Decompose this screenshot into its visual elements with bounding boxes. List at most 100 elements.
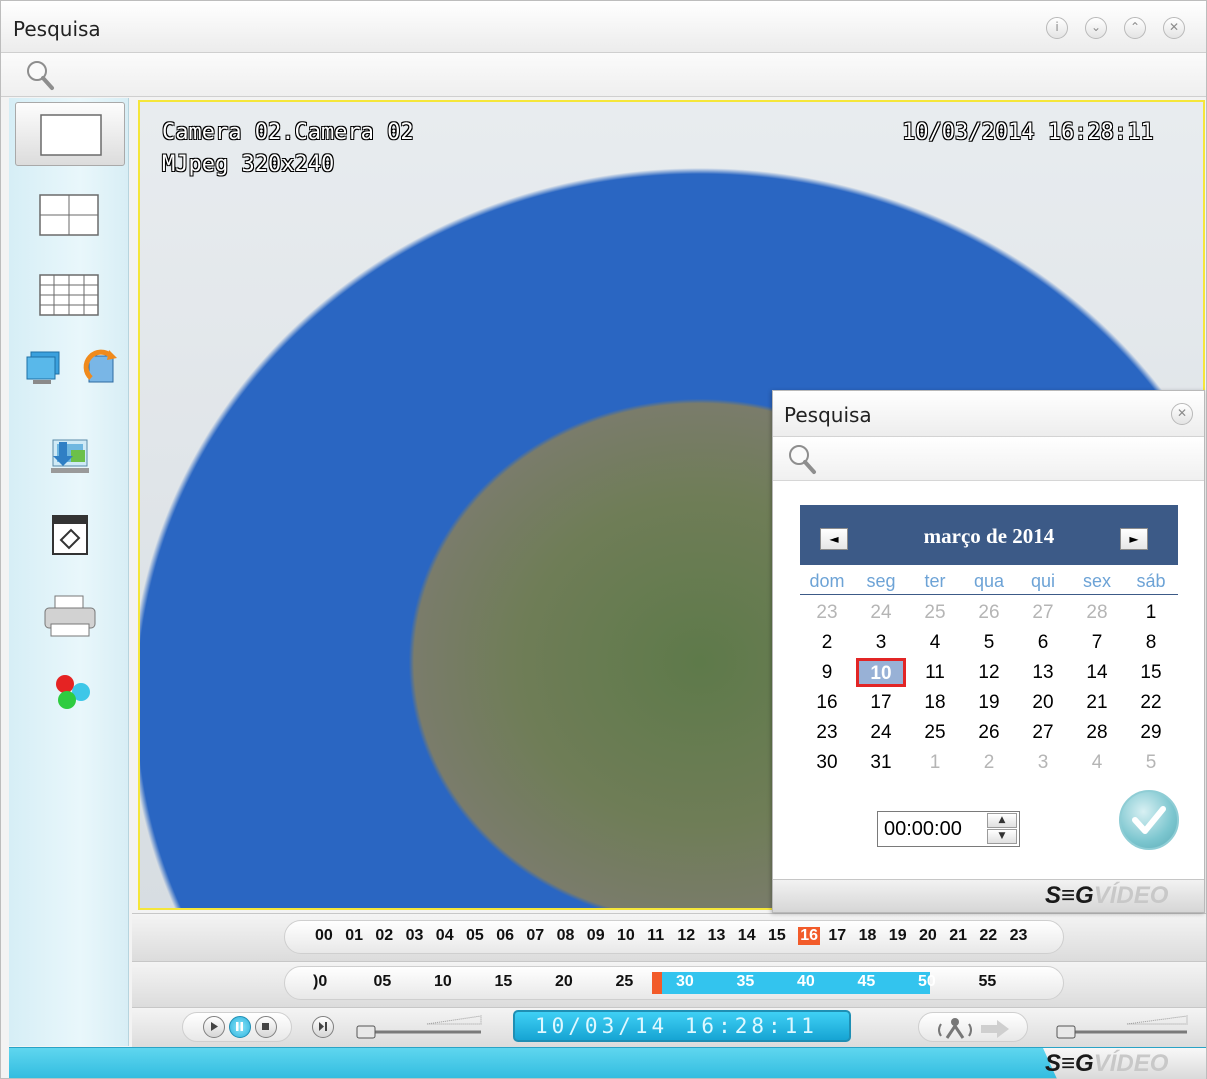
stop-button[interactable] — [255, 1016, 277, 1038]
calendar-day[interactable]: 12 — [962, 658, 1016, 688]
layout-4x4-button[interactable] — [39, 274, 101, 318]
volume-slider[interactable] — [1047, 1012, 1192, 1042]
snapshot-icon[interactable] — [49, 514, 93, 558]
hour-label[interactable]: 08 — [557, 927, 575, 945]
calendar-day[interactable]: 16 — [800, 688, 854, 718]
calendar-day[interactable]: 9 — [800, 658, 854, 688]
hour-label[interactable]: 22 — [979, 927, 997, 945]
monitors-icon[interactable] — [23, 348, 65, 390]
calendar-day[interactable]: 27 — [1016, 598, 1070, 628]
hour-label[interactable]: 10 — [617, 927, 635, 945]
hour-label[interactable]: 14 — [738, 927, 756, 945]
calendar-day[interactable]: 25 — [908, 598, 962, 628]
dialog-search-icon[interactable] — [787, 443, 817, 475]
calendar-day[interactable]: 4 — [1070, 748, 1124, 778]
calendar-day[interactable]: 20 — [1016, 688, 1070, 718]
calendar-day[interactable]: 25 — [908, 718, 962, 748]
playhead-marker[interactable] — [651, 972, 662, 994]
pause-button[interactable] — [229, 1016, 251, 1038]
calendar-day[interactable]: 7 — [1070, 628, 1124, 658]
hour-label[interactable]: 13 — [708, 927, 726, 945]
hour-label[interactable]: 02 — [375, 927, 393, 945]
time-input[interactable]: 00:00:00 ▲ ▼ — [877, 811, 1020, 847]
chevron-down-icon[interactable]: ⌄ — [1085, 17, 1107, 39]
layout-2x2-button[interactable] — [39, 194, 101, 238]
play-button[interactable] — [203, 1016, 225, 1038]
calendar-day[interactable]: 31 — [854, 748, 908, 778]
hour-label[interactable]: 07 — [526, 927, 544, 945]
calendar-day[interactable]: 13 — [1016, 658, 1070, 688]
calendar-day[interactable]: 3 — [854, 628, 908, 658]
calendar-day[interactable]: 2 — [962, 748, 1016, 778]
rotate-cameras-icon[interactable] — [81, 348, 123, 390]
calendar-day[interactable]: 19 — [962, 688, 1016, 718]
video-timestamp: 10/03/2014 16:28:11 — [902, 120, 1154, 145]
calendar-day-selected[interactable]: 10 — [854, 658, 908, 688]
calendar-day[interactable]: 1 — [1124, 598, 1178, 628]
recorded-range[interactable] — [661, 972, 931, 994]
hour-label[interactable]: 01 — [345, 927, 363, 945]
hour-label[interactable]: 00 — [315, 927, 333, 945]
calendar-day[interactable]: 26 — [962, 598, 1016, 628]
close-icon[interactable]: ✕ — [1163, 17, 1185, 39]
calendar-day[interactable]: 5 — [962, 628, 1016, 658]
calendar-day[interactable]: 2 — [800, 628, 854, 658]
hour-label[interactable]: 03 — [406, 927, 424, 945]
calendar-day[interactable]: 24 — [854, 718, 908, 748]
hour-label[interactable]: 16 — [798, 927, 820, 945]
hour-label[interactable]: 04 — [436, 927, 454, 945]
calendar-day[interactable]: 17 — [854, 688, 908, 718]
calendar-day[interactable]: 28 — [1070, 598, 1124, 628]
calendar-day[interactable]: 5 — [1124, 748, 1178, 778]
time-down-button[interactable]: ▼ — [987, 829, 1017, 844]
calendar-day[interactable]: 6 — [1016, 628, 1070, 658]
calendar-day[interactable]: 18 — [908, 688, 962, 718]
calendar-day[interactable]: 15 — [1124, 658, 1178, 688]
event-nav[interactable] — [918, 1012, 1028, 1042]
hour-label[interactable]: 05 — [466, 927, 484, 945]
hour-label[interactable]: 17 — [828, 927, 846, 945]
calendar-day[interactable]: 28 — [1070, 718, 1124, 748]
calendar-day[interactable]: 26 — [962, 718, 1016, 748]
calendar-day[interactable]: 8 — [1124, 628, 1178, 658]
confirm-button[interactable] — [1119, 790, 1179, 850]
hour-label[interactable]: 23 — [1010, 927, 1028, 945]
calendar-day[interactable]: 21 — [1070, 688, 1124, 718]
hour-label[interactable]: 12 — [677, 927, 695, 945]
calendar-day[interactable]: 1 — [908, 748, 962, 778]
calendar-day[interactable]: 23 — [800, 718, 854, 748]
speed-slider[interactable] — [347, 1012, 487, 1042]
calendar-day[interactable]: 11 — [908, 658, 962, 688]
next-month-button[interactable]: ► — [1120, 528, 1148, 550]
hour-label[interactable]: 11 — [647, 927, 664, 945]
info-icon[interactable]: i — [1046, 17, 1068, 39]
calendar-day[interactable]: 4 — [908, 628, 962, 658]
layout-1x1-button[interactable] — [15, 102, 125, 166]
hour-label[interactable]: 09 — [587, 927, 605, 945]
event-jump-icon[interactable] — [933, 1016, 1017, 1040]
hour-label[interactable]: 21 — [949, 927, 967, 945]
printer-icon[interactable] — [43, 594, 97, 640]
hour-label[interactable]: 20 — [919, 927, 937, 945]
calendar-day[interactable]: 30 — [800, 748, 854, 778]
calendar-day[interactable]: 27 — [1016, 718, 1070, 748]
chevron-up-icon[interactable]: ⌃ — [1124, 17, 1146, 39]
search-icon[interactable] — [25, 59, 55, 91]
calendar-day[interactable]: 3 — [1016, 748, 1070, 778]
time-up-button[interactable]: ▲ — [987, 813, 1017, 828]
hour-label[interactable]: 18 — [859, 927, 877, 945]
color-adjust-icon[interactable] — [53, 672, 93, 712]
hour-timeline[interactable]: 00 01 02 03 04 05 06 07 08 09 10 11 12 13 14 15 16 17 18 19… — [284, 920, 1064, 954]
calendar-day[interactable]: 22 — [1124, 688, 1178, 718]
export-icon[interactable] — [49, 434, 93, 478]
hour-label[interactable]: 19 — [889, 927, 907, 945]
dialog-close-icon[interactable]: ✕ — [1171, 403, 1193, 425]
next-frame-button[interactable] — [312, 1016, 334, 1038]
calendar-day[interactable]: 24 — [854, 598, 908, 628]
hour-label[interactable]: 15 — [768, 927, 786, 945]
hour-label[interactable]: 06 — [496, 927, 514, 945]
calendar-day[interactable]: 14 — [1070, 658, 1124, 688]
calendar-day[interactable]: 23 — [800, 598, 854, 628]
minute-timeline[interactable]: )0 05 10 15 20 25 30 35 40 45 50 55 — [284, 966, 1064, 1000]
calendar-day[interactable]: 29 — [1124, 718, 1178, 748]
